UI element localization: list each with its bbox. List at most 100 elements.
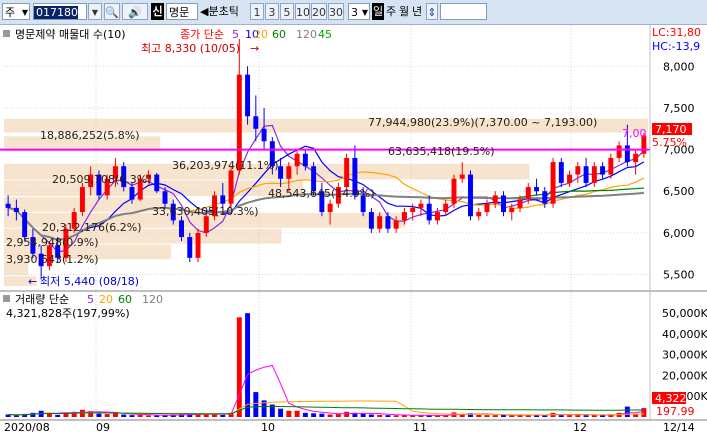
volume-ma-period: 20 — [99, 293, 113, 306]
volume-bar — [484, 415, 490, 417]
candle-body — [558, 162, 564, 183]
candle-body — [129, 187, 135, 200]
volume-bar — [344, 411, 350, 417]
period-year-tab[interactable]: 년 — [411, 3, 423, 20]
candle-body — [443, 203, 449, 213]
minute-30-button[interactable]: 30 — [328, 3, 344, 20]
ma-period: 5 — [232, 28, 239, 41]
minute-10-button[interactable]: 10 — [295, 3, 310, 20]
candle-body — [575, 166, 581, 175]
volume-bar — [112, 413, 118, 417]
volume-ma-period: 5 — [87, 293, 94, 306]
stock-code-input[interactable]: 017180 — [33, 3, 87, 20]
panel-handle-icon[interactable] — [3, 295, 10, 302]
candle-body — [302, 153, 308, 167]
period-label: 분초틱 — [208, 5, 239, 18]
x-tick-label: 2020/08 — [4, 421, 50, 434]
candle-body — [583, 166, 589, 183]
x-tick-label: 12 — [573, 421, 587, 434]
volume-profile-label: 63,635,418(19.5%) — [388, 145, 495, 158]
price-tick-label: 5,500 — [663, 269, 695, 282]
candle-body — [286, 166, 292, 179]
volume-bar — [476, 414, 482, 417]
candle-body — [567, 174, 573, 183]
candle-body — [253, 116, 259, 129]
volume-value-label: 4,321,828주(197,99%) — [6, 307, 130, 320]
minute-1-button[interactable]: 1 — [250, 3, 264, 20]
candle-body — [377, 216, 383, 229]
volume-bar — [96, 413, 102, 417]
volume-profile-label: 20,312,176(6.2%) — [42, 221, 142, 234]
volume-bar — [385, 415, 391, 417]
ma-period: 45 — [318, 28, 332, 41]
volume-tick-label: 40,000K — [662, 328, 707, 341]
candle-body — [451, 178, 457, 204]
candle-body — [525, 187, 531, 200]
period-month-tab[interactable]: 월 — [398, 3, 410, 20]
candle-body — [509, 207, 515, 213]
period-week-tab[interactable]: 주 — [385, 3, 397, 20]
candle-body — [501, 195, 506, 213]
volume-bar — [154, 415, 160, 417]
candle-body — [426, 203, 432, 221]
volume-ma-period: 120 — [142, 293, 163, 306]
volume-bar — [393, 415, 399, 417]
price-tick-label: 7,500 — [663, 102, 695, 115]
candle-body — [261, 128, 267, 142]
period-label-group[interactable]: ◀분초틱 — [200, 3, 250, 20]
period-day-tab[interactable]: 일 — [372, 3, 384, 20]
current-price: 7,170 — [655, 123, 687, 136]
volume-profile-label: 2,954,948(0.9%) — [6, 236, 99, 249]
volume-profile-label: 48,543,645(14.9%) — [268, 187, 375, 200]
candle-body — [22, 212, 28, 238]
volume-bar — [253, 392, 259, 417]
candle-body — [245, 74, 251, 117]
candle-body — [542, 191, 548, 204]
minute-3-button[interactable]: 3 — [265, 3, 279, 20]
volume-profile-label: 18,886,252(5.8%) — [40, 129, 140, 142]
volume-tick-label: 30,000K — [662, 349, 707, 362]
volume-profile-label: 3,930,543(1.2%) — [6, 253, 99, 266]
candle-body — [179, 220, 184, 238]
volume-bar — [220, 414, 226, 417]
volume-bar — [236, 317, 242, 417]
stock-chart: 77,944,980(23.9%)(7,370.00 ~ 7,193.00) 1… — [0, 25, 707, 436]
candle-body — [203, 216, 209, 233]
stock-dropdown-button[interactable]: ▼ — [88, 3, 102, 20]
candle-body — [459, 174, 465, 179]
volume-bar — [319, 413, 325, 417]
ma-label: 종가 단순 — [180, 28, 224, 41]
candle-body — [236, 74, 242, 171]
count-select[interactable]: 3 ▼ — [348, 3, 370, 20]
candle-body — [616, 145, 622, 158]
candle-body — [624, 145, 630, 163]
volume-bar — [624, 406, 630, 417]
arrow-left-icon: ← — [28, 275, 37, 288]
market-type-select[interactable]: 주 ▼ — [2, 3, 30, 20]
candle-body — [633, 153, 639, 163]
volume-bar — [368, 414, 374, 417]
panel-handle-icon[interactable] — [3, 30, 10, 37]
price-tick-label: 8,000 — [663, 60, 695, 73]
sound-button[interactable]: 🔊 — [122, 3, 148, 20]
search-icon: 🔍 — [105, 6, 119, 19]
volume-tick-label: 20,000K — [662, 369, 707, 382]
minute-20-button[interactable]: 20 — [311, 3, 327, 20]
candle-body — [401, 212, 407, 221]
volume-bar — [583, 415, 589, 417]
up-down-arrow-icon[interactable]: ⇕ — [426, 3, 438, 20]
candle-body — [154, 174, 160, 192]
volume-tick-label: 50,000K — [662, 307, 707, 320]
candle-body — [220, 195, 226, 204]
candle-body — [162, 191, 168, 204]
volume-bar — [567, 414, 573, 417]
extra-input[interactable] — [440, 3, 487, 20]
search-button[interactable]: 🔍 — [104, 3, 120, 20]
minute-5-button[interactable]: 5 — [280, 3, 294, 20]
volume-bar — [311, 413, 317, 417]
candle-body — [385, 216, 391, 229]
volume-profile-band — [4, 180, 304, 197]
candle-body — [484, 203, 490, 213]
volume-bar — [302, 412, 308, 417]
current-change: 5.75% — [652, 136, 687, 149]
